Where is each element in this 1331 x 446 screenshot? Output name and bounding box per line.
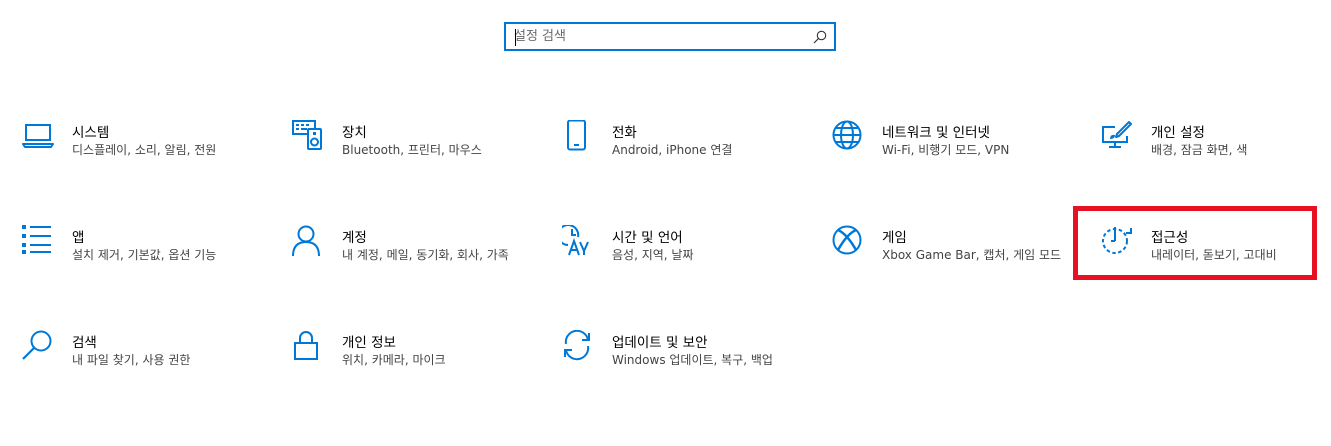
time-language-icon: [562, 225, 589, 256]
tile-title: 계정: [342, 230, 367, 246]
tile-title: 시스템: [72, 125, 110, 141]
paint-monitor-icon: [1102, 121, 1132, 148]
globe-icon: [832, 120, 862, 150]
tile-apps[interactable]: 앱 설치 제거, 기본값, 옵션 기능: [22, 225, 272, 295]
tile-title: 네트워크 및 인터넷: [882, 125, 990, 141]
laptop-icon: [22, 124, 54, 148]
tile-description: Xbox Game Bar, 캡처, 게임 모드: [882, 248, 1062, 262]
xbox-icon: [832, 225, 862, 255]
search-icon: [813, 30, 827, 44]
tile-search[interactable]: 검색 내 파일 찾기, 사용 권한: [22, 330, 272, 400]
tile-description: Wi-Fi, 비행기 모드, VPN: [882, 143, 1010, 157]
tile-description: Windows 업데이트, 복구, 백업: [612, 353, 773, 367]
tile-accounts[interactable]: 계정 내 계정, 메일, 동기화, 회사, 가족: [292, 225, 542, 295]
search-input[interactable]: [514, 27, 804, 46]
tile-accessibility[interactable]: 접근성 내레이터, 돋보기, 고대비: [1101, 225, 1331, 295]
settings-search-box[interactable]: [504, 22, 836, 51]
tile-description: 내 파일 찾기, 사용 권한: [72, 353, 191, 367]
tile-title: 장치: [342, 125, 367, 141]
tile-title: 개인 정보: [342, 335, 396, 351]
phone-icon: [567, 120, 586, 151]
tile-personalization[interactable]: 개인 설정 배경, 잠금 화면, 색: [1101, 120, 1331, 190]
tile-title: 접근성: [1151, 230, 1189, 246]
tile-description: 음성, 지역, 날짜: [612, 248, 694, 262]
tile-title: 검색: [72, 335, 97, 351]
tile-title: 전화: [612, 125, 637, 141]
lock-icon: [294, 331, 318, 360]
apps-list-icon: [22, 225, 51, 254]
tile-description: 설치 제거, 기본값, 옵션 기능: [72, 248, 217, 262]
tile-title: 앱: [72, 230, 85, 246]
tile-title: 개인 설정: [1151, 125, 1205, 141]
person-icon: [292, 225, 320, 257]
tile-network[interactable]: 네트워크 및 인터넷 Wi-Fi, 비행기 모드, VPN: [832, 120, 1082, 190]
tile-privacy[interactable]: 개인 정보 위치, 카메라, 마이크: [292, 330, 542, 400]
tile-description: Android, iPhone 연결: [612, 143, 733, 157]
tile-description: 위치, 카메라, 마이크: [342, 353, 446, 367]
tile-description: 디스플레이, 소리, 알림, 전원: [72, 143, 217, 157]
tile-title: 시간 및 언어: [612, 230, 683, 246]
tile-description: 내 계정, 메일, 동기화, 회사, 가족: [342, 248, 509, 262]
tile-description: 내레이터, 돋보기, 고대비: [1151, 248, 1277, 262]
search-icon: [22, 330, 52, 360]
tile-time-language[interactable]: 시간 및 언어 음성, 지역, 날짜: [562, 225, 812, 295]
keyboard-devices-icon: [292, 120, 322, 150]
tile-gaming[interactable]: 게임 Xbox Game Bar, 캡처, 게임 모드: [832, 225, 1082, 295]
tile-title: 업데이트 및 보안: [612, 335, 708, 351]
tile-devices[interactable]: 장치 Bluetooth, 프린터, 마우스: [292, 120, 542, 190]
tile-update-security[interactable]: 업데이트 및 보안 Windows 업데이트, 복구, 백업: [562, 330, 812, 400]
text-caret: [515, 29, 516, 46]
tile-description: Bluetooth, 프린터, 마우스: [342, 143, 482, 157]
tile-title: 게임: [882, 230, 907, 246]
accessibility-timer-icon: [1102, 227, 1132, 254]
tile-phone[interactable]: 전화 Android, iPhone 연결: [562, 120, 812, 190]
tile-system[interactable]: 시스템 디스플레이, 소리, 알림, 전원: [22, 120, 272, 190]
sync-icon: [564, 330, 590, 361]
tile-description: 배경, 잠금 화면, 색: [1151, 143, 1248, 157]
